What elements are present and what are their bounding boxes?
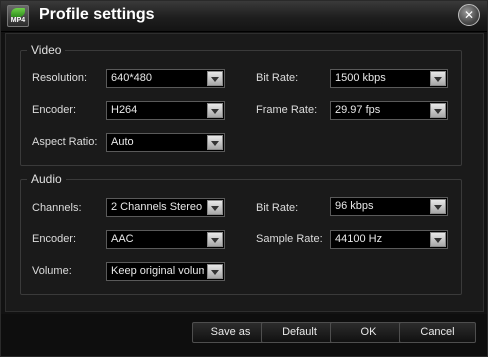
app-icon: MP4 <box>7 5 29 27</box>
video-group-legend: Video <box>31 43 62 57</box>
chevron-down-icon[interactable] <box>207 232 223 247</box>
chevron-down-icon[interactable] <box>430 232 446 247</box>
chevron-down-icon[interactable] <box>207 200 223 215</box>
audio-sample-rate-label: Sample Rate: <box>256 233 323 245</box>
video-frame-rate-label: Frame Rate: <box>256 104 318 116</box>
video-encoder-label: Encoder: <box>32 104 77 116</box>
audio-channels-select[interactable]: 2 Channels Stereo <box>106 198 225 217</box>
audio-channels-value: 2 Channels Stereo <box>111 201 203 213</box>
video-encoder-value: H264 <box>111 104 138 116</box>
audio-bit-rate-value: 96 kbps <box>335 200 374 212</box>
leaf-graphic <box>11 8 25 17</box>
video-resolution-label: Resolution: <box>32 72 88 84</box>
audio-channels-label: Channels: <box>32 202 82 214</box>
audio-group-legend: Audio <box>31 172 62 186</box>
close-icon[interactable]: ✕ <box>458 4 480 26</box>
default-button[interactable]: Default <box>261 322 338 343</box>
audio-bit-rate-select[interactable]: 96 kbps <box>330 197 448 216</box>
audio-volume-value: Keep original volume <box>111 265 204 277</box>
video-frame-rate-value: 29.97 fps <box>335 104 381 116</box>
video-bit-rate-value: 1500 kbps <box>335 72 386 84</box>
chevron-down-icon[interactable] <box>430 103 446 118</box>
chevron-down-icon[interactable] <box>430 71 446 86</box>
title-bar[interactable]: MP4 Profile settings ✕ <box>1 1 487 32</box>
video-frame-rate-select[interactable]: 29.97 fps <box>330 101 448 120</box>
app-icon-text: MP4 <box>10 17 26 24</box>
audio-volume-select[interactable]: Keep original volume <box>106 262 225 281</box>
chevron-down-icon[interactable] <box>207 71 223 86</box>
audio-sample-rate-select[interactable]: 44100 Hz <box>330 230 448 249</box>
chevron-down-icon[interactable] <box>207 264 223 279</box>
save-as-button[interactable]: Save as <box>192 322 269 343</box>
dialog-footer: Save as Default OK Cancel <box>1 314 487 356</box>
audio-sample-rate-value: 44100 Hz <box>335 233 383 245</box>
audio-volume-label: Volume: <box>32 265 72 277</box>
video-encoder-select[interactable]: H264 <box>106 101 225 120</box>
chevron-down-icon[interactable] <box>207 103 223 118</box>
video-aspect-ratio-value: Auto <box>111 136 134 148</box>
video-aspect-ratio-label: Aspect Ratio: <box>32 136 98 148</box>
audio-encoder-label: Encoder: <box>32 233 77 245</box>
profile-settings-dialog: MP4 Profile settings ✕ Video Resolution:… <box>0 0 488 357</box>
video-bit-rate-label: Bit Rate: <box>256 72 299 84</box>
video-aspect-ratio-select[interactable]: Auto <box>106 133 225 152</box>
chevron-down-icon[interactable] <box>207 135 223 150</box>
settings-panel: Video Resolution: 640*480 Bit Rate: 1500… <box>5 33 484 312</box>
audio-encoder-select[interactable]: AAC <box>106 230 225 249</box>
chevron-down-icon[interactable] <box>430 199 446 214</box>
video-bit-rate-select[interactable]: 1500 kbps <box>330 69 448 88</box>
cancel-button[interactable]: Cancel <box>399 322 476 343</box>
video-resolution-select[interactable]: 640*480 <box>106 69 225 88</box>
ok-button[interactable]: OK <box>330 322 407 343</box>
video-resolution-value: 640*480 <box>111 72 152 84</box>
audio-bit-rate-label: Bit Rate: <box>256 202 299 214</box>
window-title: Profile settings <box>39 6 155 23</box>
audio-encoder-value: AAC <box>111 233 134 245</box>
